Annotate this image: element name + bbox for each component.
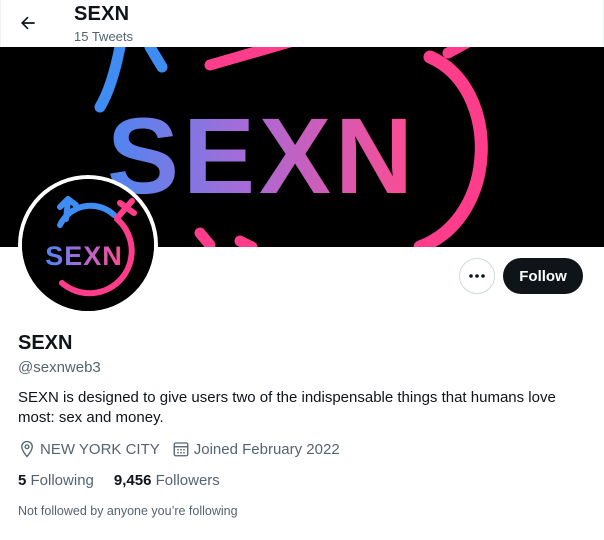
follow-button[interactable]: Follow: [503, 258, 583, 294]
location-pin-icon: [21, 440, 33, 458]
following-count: 5: [18, 472, 27, 489]
not-followed-notice: Not followed by anyone you’re following: [18, 504, 238, 518]
following-label: Following: [30, 472, 94, 489]
profile-name: SEXN: [18, 332, 73, 354]
profile-handle: @sexnweb3: [18, 359, 101, 376]
joined-item: Joined February 2022: [172, 440, 340, 458]
avatar-image: SEXN: [22, 179, 154, 311]
tweet-count: 15 Tweets: [74, 29, 134, 44]
location-text: NEW YORK CITY: [40, 440, 160, 458]
avatar[interactable]: SEXN: [18, 175, 158, 315]
avatar-text: SEXN: [45, 241, 123, 271]
joined-text: Joined February 2022: [193, 440, 340, 458]
calendar-icon: [173, 442, 189, 457]
follow-counts: 5 Following 9,456 Followers: [18, 472, 240, 489]
more-dots-icon: [469, 274, 485, 278]
profile-header-bar: SEXN 15 Tweets: [0, 0, 604, 47]
banner-text: SEXN: [107, 95, 417, 216]
header-title: SEXN: [74, 3, 130, 25]
followers-count: 9,456: [113, 472, 152, 489]
avatar-logo: SEXN: [22, 179, 154, 311]
followers-link[interactable]: 9,456 Followers: [114, 472, 220, 489]
location-item: NEW YORK CITY: [18, 440, 160, 458]
followers-label: Followers: [155, 472, 220, 489]
arrow-left-icon: [20, 16, 35, 30]
profile-meta: NEW YORK CITY Joined February 2022: [18, 440, 352, 458]
back-button[interactable]: [11, 6, 45, 40]
more-options-button[interactable]: [459, 258, 495, 294]
following-link[interactable]: 5 Following: [18, 472, 94, 489]
profile-bio: SEXN is designed to give users two of th…: [18, 389, 556, 426]
